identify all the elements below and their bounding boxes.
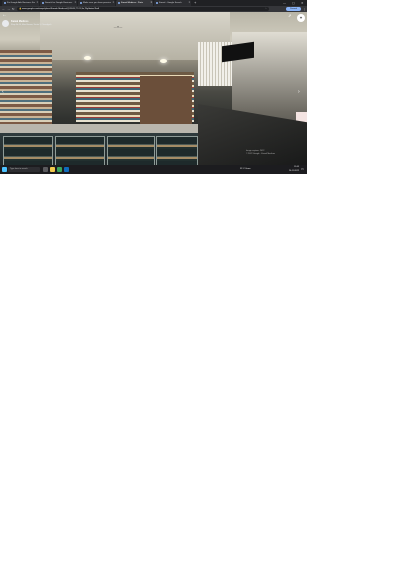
tab-favicon-icon (4, 2, 6, 4)
image-credit: Image capture: 2022 © 2022 Google · Kama… (246, 150, 275, 155)
place-thumbnail-icon (2, 20, 9, 27)
windows-taskbar: Type here to search 31°C Haze 13:45 20-1… (0, 165, 307, 174)
place-info-card[interactable]: Kamal Medicos Shop No 14, Main Bazaar, S… (2, 20, 76, 28)
tab-favicon-icon (118, 2, 120, 4)
task-view-icon[interactable] (43, 167, 48, 172)
place-address: Shop No 14, Main Bazaar, Sector 5, Chand… (11, 23, 52, 26)
tab-favicon-icon (80, 2, 82, 4)
tab-favicon-icon (42, 2, 44, 4)
tab-favicon-icon (156, 2, 158, 4)
pan-right-chevron-icon[interactable]: › (298, 88, 303, 96)
edge-icon[interactable] (64, 167, 69, 172)
left-medicine-shelf (0, 50, 52, 134)
glass-showcase (156, 136, 198, 165)
taskbar-search-placeholder: Type here to search (10, 168, 28, 170)
address-bar-url[interactable]: www.google.com/maps/place/Kamal+Medicos/… (22, 7, 99, 11)
windows-start-icon[interactable] (2, 167, 7, 172)
notification-icon[interactable]: ▭ (301, 167, 304, 171)
share-icon[interactable]: ⇗ (288, 13, 291, 18)
ceiling-light (84, 56, 91, 60)
glass-showcase (55, 136, 105, 165)
street-view-panorama[interactable]: —✦— (0, 12, 307, 165)
chrome-icon[interactable] (57, 167, 62, 172)
back-cabinet (140, 76, 192, 124)
desktop-screenshot: Fix Google Ads Business Suspen × Search … (0, 0, 307, 174)
file-explorer-icon[interactable] (50, 167, 55, 172)
compass-icon[interactable]: ⌖ (297, 14, 305, 22)
weather-widget[interactable]: 31°C Haze (240, 166, 251, 173)
ceiling-fan-icon: —✦— (113, 25, 123, 29)
credit-line: © 2022 Google · Kamal Medicos (246, 152, 275, 155)
clock-date: 20-11-2022 (288, 169, 299, 172)
address-bar[interactable]: 🔒 www.google.com/maps/place/Kamal+Medico… (17, 7, 269, 11)
system-clock[interactable]: 13:45 20-11-2022 (285, 166, 299, 173)
glass-showcase (3, 136, 53, 165)
ceiling-light (160, 59, 167, 63)
glass-showcase (107, 136, 155, 165)
maps-back-arrow-icon[interactable]: ← (2, 13, 7, 18)
bookmark-star-icon[interactable]: ☆ (265, 7, 267, 11)
taskbar-search[interactable]: Type here to search (8, 167, 40, 172)
profile-button[interactable]: Paused (286, 7, 301, 11)
pan-left-chevron-icon[interactable]: ‹ (2, 88, 7, 96)
